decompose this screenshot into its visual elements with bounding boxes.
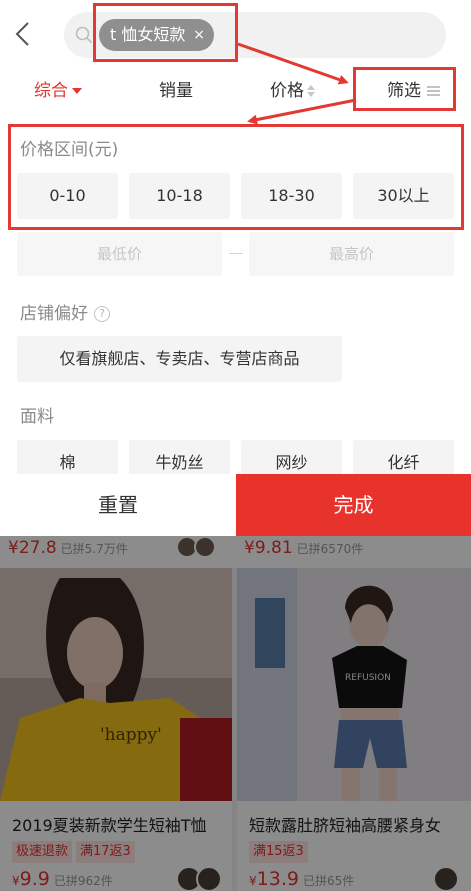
annotation-arrow-to-filter [237, 42, 349, 85]
annotation-arrows [237, 42, 357, 125]
annotation-arrow-to-price [247, 98, 357, 125]
